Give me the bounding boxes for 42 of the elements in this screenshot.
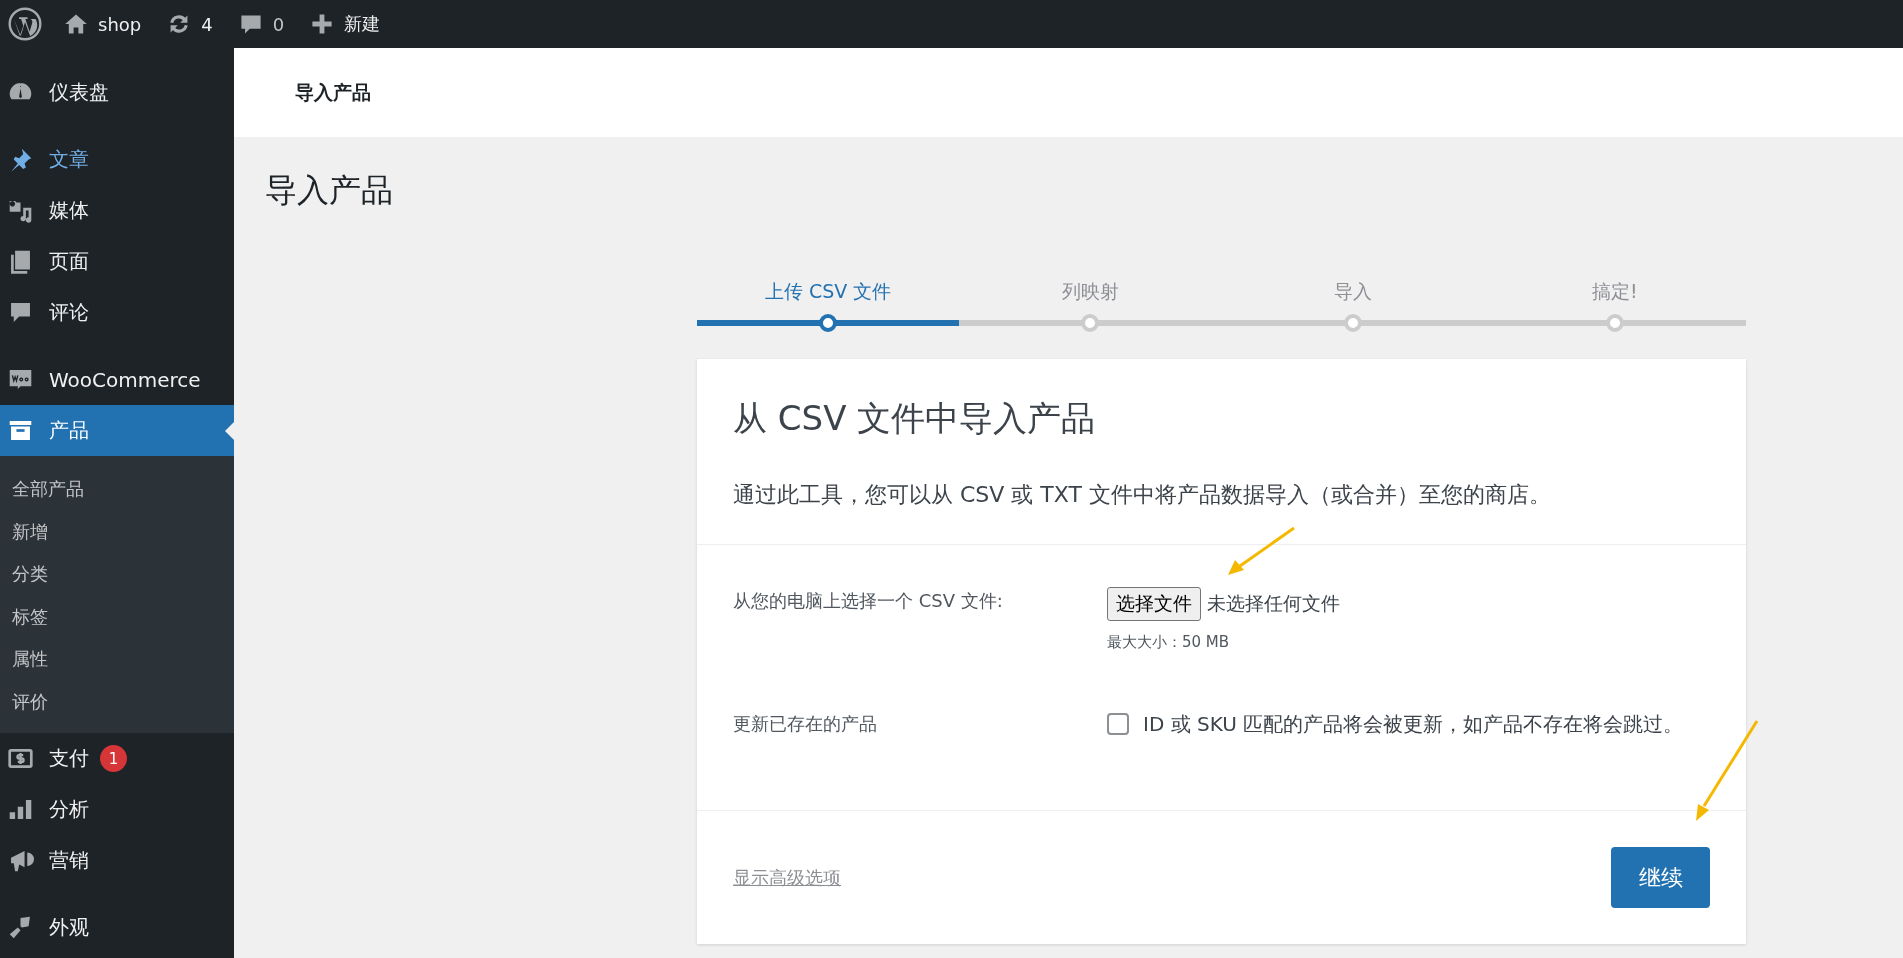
update-checkbox[interactable] [1107, 713, 1129, 735]
wordpress-logo-icon[interactable] [8, 7, 42, 41]
sidebar-menu-item[interactable]: 外观 [0, 902, 234, 953]
sidebar-menu-item[interactable]: 仪表盘 [0, 67, 234, 118]
sidebar-menu-item[interactable]: 媒体 [0, 185, 234, 236]
file-status: 未选择任何文件 [1207, 592, 1340, 614]
max-size-hint: 最大大小：50 MB [1107, 633, 1231, 652]
submenu-item[interactable]: 新增 [0, 510, 234, 553]
card-title: 从 CSV 文件中导入产品 [733, 398, 1097, 438]
step-label: 导入 [1333, 279, 1372, 303]
sidebar-menu-item[interactable]: 评论 [0, 287, 234, 338]
submenu-item[interactable]: 评价 [0, 680, 234, 723]
admin-bar-link[interactable]: shop [64, 12, 142, 36]
home-icon [64, 12, 88, 36]
admin-bar-link[interactable]: 0 [238, 12, 285, 36]
submenu-item[interactable]: 全部产品 [0, 468, 234, 511]
step-label: 搞定! [1592, 279, 1638, 303]
admin-bar-link[interactable]: 4 [167, 12, 213, 36]
submenu-item[interactable]: 属性 [0, 638, 234, 681]
plus-icon [310, 12, 335, 36]
submenu-item[interactable]: 分类 [0, 553, 234, 596]
header-title: 导入产品 [295, 79, 371, 105]
file-label: 从您的电脑上选择一个 CSV 文件: [733, 589, 1004, 613]
submenu-item[interactable]: 标签 [0, 595, 234, 638]
sidebar-menu-item[interactable]: 页面 [0, 236, 234, 287]
step-label: 列映射 [1061, 279, 1119, 303]
sidebar-menu-item[interactable]: 产品 [0, 405, 234, 456]
sidebar-menu-item[interactable]: 支付 1 [0, 733, 234, 784]
step-label: 上传 CSV 文件 [764, 279, 892, 303]
admin-bar-link[interactable]: 新建 [310, 12, 381, 36]
choose-file-button[interactable]: 选择文件 [1107, 587, 1201, 621]
sidebar-menu-item[interactable]: WooCommerce [0, 354, 234, 405]
annotation-arrow [1226, 526, 1296, 578]
continue-button[interactable]: 继续 [1611, 847, 1710, 908]
page-title: 导入产品 [265, 170, 394, 211]
checkbox-description: ID 或 SKU 匹配的产品将会被更新，如产品不存在将会跳过。 [1143, 710, 1684, 738]
update-label: 更新已存在的产品 [733, 712, 878, 736]
sidebar-menu-item[interactable]: 营销 [0, 835, 234, 886]
notification-badge: 1 [100, 745, 127, 772]
sidebar-menu-item[interactable]: 分析 [0, 784, 234, 835]
sidebar-menu-item[interactable]: 文章 [0, 134, 234, 185]
card-description: 通过此工具，您可以从 CSV 或 TXT 文件中将产品数据导入（或合并）至您的商店。 [733, 481, 1552, 509]
